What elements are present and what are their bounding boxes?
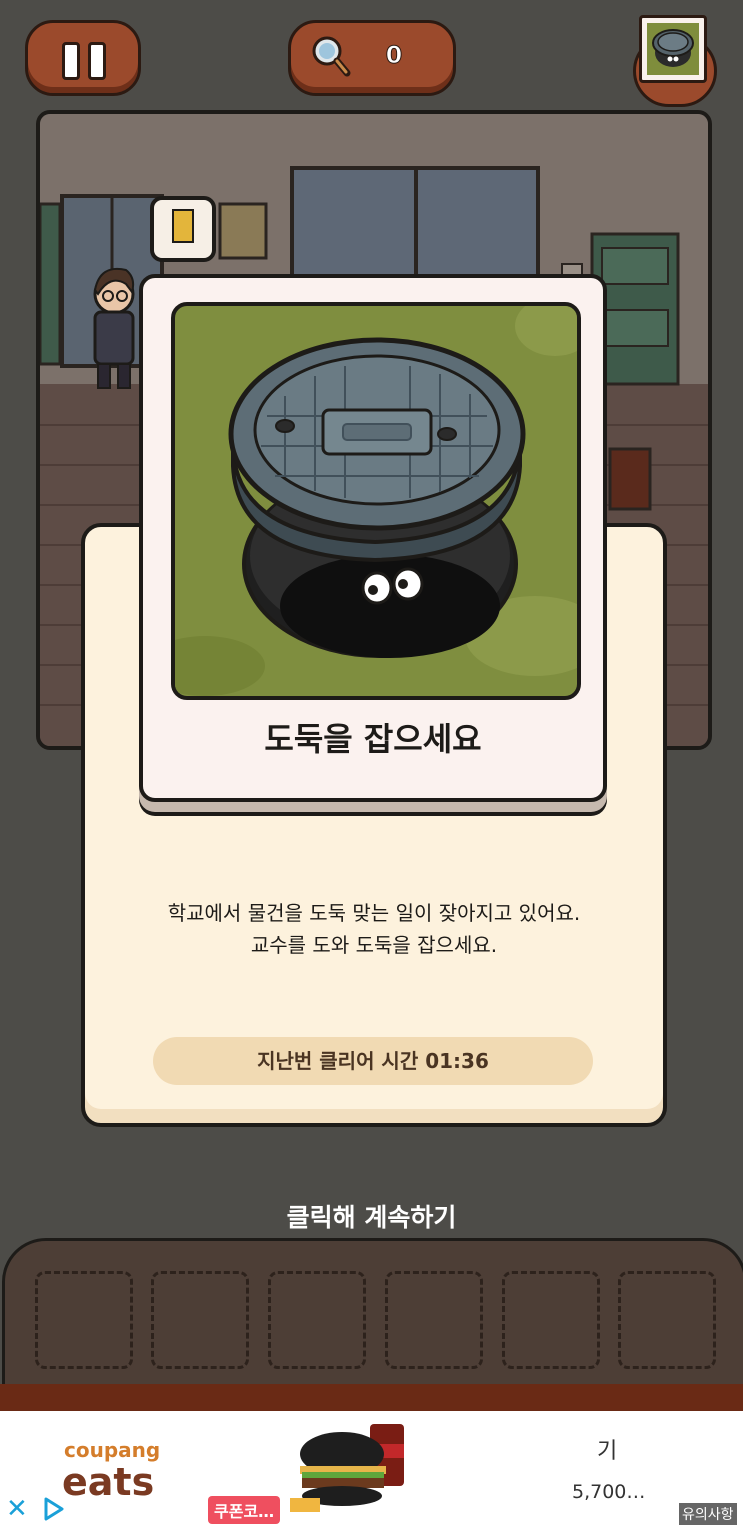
inventory-slot[interactable] [385,1271,483,1369]
ad-notice-button[interactable]: 유의사항 [679,1503,737,1525]
mission-description: 학교에서 물건을 도둑 맞는 일이 잦아지고 있어요. 교수를 도와 도둑을 잡… [85,897,663,961]
tap-to-continue[interactable]: 클릭해 계속하기 [0,1198,743,1234]
hint-button[interactable]: 0 [288,20,456,96]
last-clear-time: 지난번 클리어 시간 01:36 [153,1037,593,1085]
inventory-slot[interactable] [151,1271,249,1369]
manhole-thief-icon [175,306,577,696]
target-thumbnail-button[interactable] [631,15,717,107]
hint-count: 0 [385,41,403,70]
manhole-illustration [171,302,581,700]
inventory-slot[interactable] [35,1271,133,1369]
inventory-slot[interactable] [618,1271,716,1369]
inventory-slot[interactable] [502,1271,600,1369]
magnifier-icon [312,36,351,77]
ad-brand-eats: eats [62,1460,155,1504]
manhole-icon [652,29,694,67]
burger-image [290,1424,404,1512]
ad-coupon-badge: 쿠폰코… [208,1496,281,1524]
description-line-2: 교수를 도와 도둑을 잡으세요. [250,933,498,957]
pause-icon [62,42,80,80]
mission-card: 도둑을 잡으세요 [139,274,607,802]
mission-title: 도둑을 잡으세요 [264,720,482,758]
ad-brand-coupang: coupang [64,1438,161,1462]
target-thumbnail [639,15,707,83]
ad-price: 5,700… [572,1481,646,1503]
close-icon[interactable]: ✕ [6,1494,28,1524]
pause-button[interactable] [25,20,141,96]
inventory-slot[interactable] [268,1271,366,1369]
ad-choices-icon[interactable] [42,1496,66,1522]
description-line-1: 학교에서 물건을 도둑 맞는 일이 잦아지고 있어요. [167,901,581,925]
ad-title: 기 [597,1439,618,1464]
